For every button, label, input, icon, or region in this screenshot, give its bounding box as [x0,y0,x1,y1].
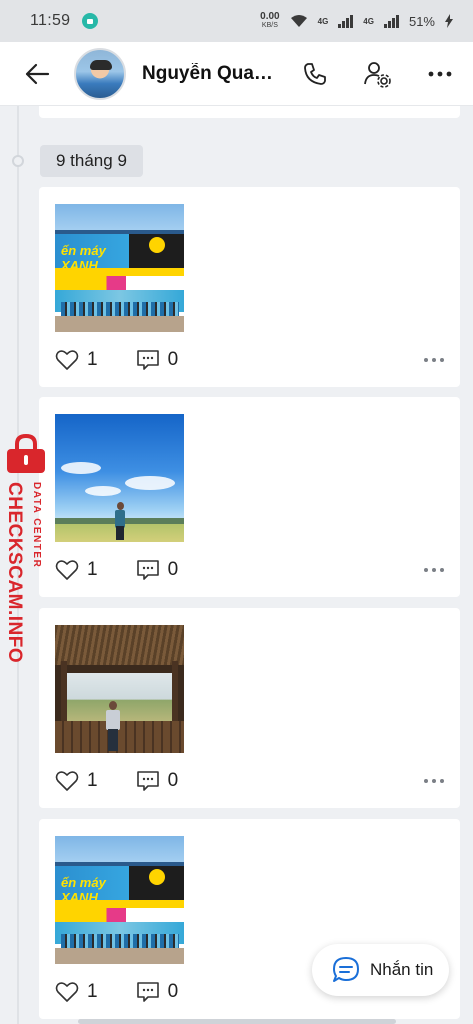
comment-count: 0 [167,981,179,1002]
post-more-button[interactable] [424,358,444,362]
charging-icon [445,14,453,28]
comment-icon [136,982,159,1002]
net-speed: 0.00 KB/S [260,12,279,30]
post-actions: 1 0 [55,345,444,375]
watermark: CHECKSCAM.INFO DATA CENTER [0,434,56,664]
like-count: 1 [87,349,98,370]
chat-bubble-icon [330,954,362,986]
post-photo[interactable]: ến máy XANH [55,836,184,964]
comment-button[interactable]: 0 [136,349,179,371]
date-label: 9 tháng 9 [40,145,143,177]
call-button[interactable] [297,56,333,92]
signal-label-1: 4G [317,16,329,26]
more-icon [428,71,452,77]
like-button[interactable]: 1 [55,770,98,792]
signal-label-2: 4G [363,16,374,26]
watermark-sub-text: DATA CENTER [31,482,42,569]
heart-icon [55,560,79,580]
scroll-indicator [78,1019,396,1024]
lock-icon [7,434,45,473]
back-button[interactable] [20,57,54,91]
comment-icon [136,771,159,791]
heart-icon [55,982,79,1002]
like-button[interactable]: 1 [55,981,98,1003]
messenger-notification-icon [82,13,99,29]
heart-icon [55,771,79,791]
user-settings-icon [364,62,391,88]
battery-level: 51% [408,13,435,29]
post-card: ến máy XANH 1 0 [39,187,460,387]
timeline-dot [12,155,24,167]
comment-icon [136,560,159,580]
comment-button[interactable]: 0 [136,981,179,1003]
contact-name[interactable]: Nguyễn Qua… [142,63,274,85]
send-message-button[interactable]: Nhắn tin [312,944,449,996]
watermark-main-text: CHECKSCAM.INFO [4,482,25,664]
post-actions: 1 0 [55,555,444,585]
signal-icon-2 [383,14,399,28]
avatar[interactable] [74,47,126,100]
wifi-icon [290,15,307,27]
signal-icon-1 [338,14,354,28]
more-options-button[interactable] [422,56,458,92]
comment-count: 0 [167,349,179,370]
send-message-label: Nhắn tin [370,960,434,979]
back-arrow-icon [25,63,50,84]
profile-settings-button[interactable] [359,56,395,92]
phone-icon [304,63,326,85]
post-card: 1 0 [39,608,460,808]
like-button[interactable]: 1 [55,349,98,371]
comment-icon [136,350,159,370]
comment-button[interactable]: 0 [136,770,179,792]
post-photo[interactable] [55,625,184,753]
comment-count: 0 [167,559,179,580]
chat-header: Nguyễn Qua… [0,42,473,106]
post-photo[interactable]: ến máy XANH [55,204,184,332]
net-speed-unit: KB/S [261,22,278,29]
like-count: 1 [87,770,98,791]
post-photo[interactable] [55,414,184,542]
post-more-button[interactable] [424,568,444,572]
post-actions: 1 0 [55,766,444,796]
post-card: 1 0 [39,397,460,597]
status-time: 11:59 [30,12,71,29]
like-count: 1 [87,559,98,580]
heart-icon [55,350,79,370]
comment-button[interactable]: 0 [136,559,179,581]
like-count: 1 [87,981,98,1002]
comment-count: 0 [167,770,179,791]
like-button[interactable]: 1 [55,559,98,581]
post-more-button[interactable] [424,779,444,783]
status-indicators: 0.00 KB/S 4G 4G 51% [260,12,453,30]
status-bar: 11:59 0.00 KB/S 4G 4G 51% [0,0,473,42]
previous-card [39,106,460,118]
